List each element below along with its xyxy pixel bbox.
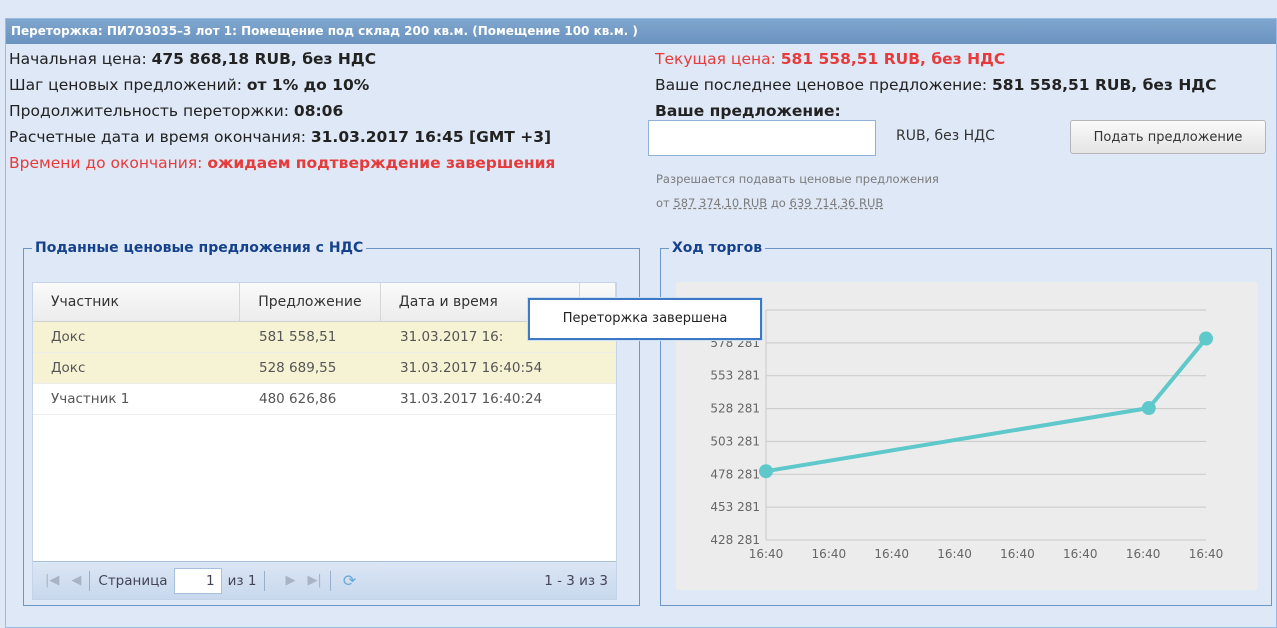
y-tick-label: 428 281 (710, 533, 760, 547)
hint-max-link[interactable]: 639 714,36 RUB (790, 196, 884, 210)
offer-hint-range: от 587 374,10 RUB до 639 714,36 RUB (656, 196, 883, 210)
offer-unit: RUB, без НДС (896, 128, 995, 144)
hint-from: от (656, 196, 674, 210)
data-point (759, 464, 773, 479)
y-tick-label: 553 281 (710, 369, 760, 383)
column-offer[interactable]: Предложение (240, 283, 381, 321)
chart-svg: 428 281 453 281 478 281 503 281 528 281 553 2… (710, 303, 1224, 561)
last-offer-label: Ваше последнее ценовое предложение: (655, 76, 993, 94)
pager-separator (89, 570, 91, 591)
x-tick-label: 16:40 (1126, 547, 1161, 561)
offer-cell: 528 689,55 (259, 360, 337, 376)
step-label: Шаг ценовых предложений: (9, 76, 247, 94)
x-tick-label: 16:40 (1063, 547, 1098, 561)
last-offer-line: Ваше последнее ценовое предложение: 581 … (655, 76, 1217, 94)
series-line (765, 337, 1208, 474)
y-tick-label: 528 281 (710, 402, 760, 416)
pager-separator (264, 570, 266, 591)
last-page-icon[interactable]: ▶| (307, 573, 321, 588)
end-time-label: Расчетные дата и время окончания: (9, 128, 311, 146)
next-page-icon[interactable]: ▶ (285, 573, 295, 588)
duration-line: Продолжительность переторжки: 08:06 (9, 102, 343, 120)
pager-separator (329, 570, 331, 591)
page-of-label: из 1 (227, 572, 257, 589)
last-offer-value: 581 558,51 RUB, без НДС (992, 76, 1217, 94)
step-value: от 1% до 10% (246, 76, 370, 94)
y-tick-label: 453 281 (710, 500, 760, 514)
y-tick-label: 503 281 (710, 434, 760, 448)
record-count: 1 - 3 из 3 (544, 572, 608, 589)
current-price-line: Текущая цена: 581 558,51 RUB, без НДС (655, 50, 1005, 68)
your-offer-label: Ваше предложение: (655, 102, 841, 120)
remaining-line: Времени до окончания: ожидаем подтвержде… (9, 154, 555, 172)
offers-panel-legend: Поданные ценовые предложения с НДС (35, 240, 364, 256)
x-tick-label: 16:40 (1000, 547, 1035, 561)
data-point (1141, 401, 1156, 416)
step-line: Шаг ценовых предложений: от 1% до 10% (9, 76, 369, 94)
bidding-chart: 428 281 453 281 478 281 503 281 528 281 553 2… (676, 282, 1258, 590)
your-offer-heading: Ваше предложение: (655, 102, 841, 120)
page-number-input[interactable]: 1 (173, 567, 222, 594)
remaining-label: Времени до окончания: (9, 154, 208, 172)
current-price-value: 581 558,51 RUB, без НДС (780, 50, 1006, 68)
participant-cell: Докс (51, 360, 86, 376)
datetime-cell: 31.03.2017 16:40:24 (400, 391, 543, 407)
pagination-toolbar: |◀ ◀ Страница 1 из 1 ▶ ▶| ⟳ 1 - 3 из 3 (33, 561, 616, 599)
x-tick-label: 16:40 (1189, 547, 1224, 561)
participant-cell: Участник 1 (51, 391, 130, 407)
start-price-label: Начальная цена: (9, 50, 152, 68)
x-tick-label: 16:40 (749, 547, 784, 561)
window-title: Переторжка: ПИ703035–3 лот 1: Помещение … (6, 19, 1276, 44)
duration-value: 08:06 (293, 102, 344, 120)
remaining-value: ожидаем подтверждение завершения (207, 154, 556, 172)
offer-hint-line1: Разрешается подавать ценовые предложения (656, 172, 939, 186)
table-row[interactable]: Участник 1 480 626,86 31.03.2017 16:40:2… (33, 384, 616, 415)
end-time-value: 31.03.2017 16:45 [GMT +3] (310, 128, 552, 146)
participant-cell: Докс (51, 329, 86, 345)
offer-cell: 581 558,51 (259, 329, 337, 345)
first-page-icon[interactable]: |◀ (45, 573, 59, 588)
x-tick-label: 16:40 (937, 547, 972, 561)
hint-to: до (767, 196, 790, 210)
rebid-finished-tooltip: Переторжка завершена (528, 298, 762, 340)
current-price-label: Текущая цена: (655, 50, 781, 68)
offer-input[interactable] (648, 120, 876, 156)
datetime-cell: 31.03.2017 16:40:54 (400, 360, 543, 376)
offer-cell: 480 626,86 (259, 391, 337, 407)
page-label: Страница (98, 572, 168, 589)
duration-label: Продолжительность переторжки: (9, 102, 294, 120)
x-tick-label: 16:40 (812, 547, 847, 561)
table-row[interactable]: Докс 528 689,55 31.03.2017 16:40:54 (33, 353, 616, 384)
y-tick-label: 478 281 (710, 467, 760, 481)
column-participant[interactable]: Участник (33, 283, 241, 321)
refresh-icon[interactable]: ⟳ (343, 571, 356, 590)
prev-page-icon[interactable]: ◀ (71, 573, 81, 588)
submit-offer-button[interactable]: Подать предложение (1070, 120, 1266, 154)
start-price-line: Начальная цена: 475 868,18 RUB, без НДС (9, 50, 376, 68)
end-time-line: Расчетные дата и время окончания: 31.03.… (9, 128, 551, 146)
hint-min-link[interactable]: 587 374,10 RUB (673, 196, 767, 210)
x-tick-label: 16:40 (874, 547, 909, 561)
chart-panel-legend: Ход торгов (672, 240, 763, 256)
data-point (1199, 331, 1213, 346)
start-price-value: 475 868,18 RUB, без НДС (151, 50, 377, 68)
